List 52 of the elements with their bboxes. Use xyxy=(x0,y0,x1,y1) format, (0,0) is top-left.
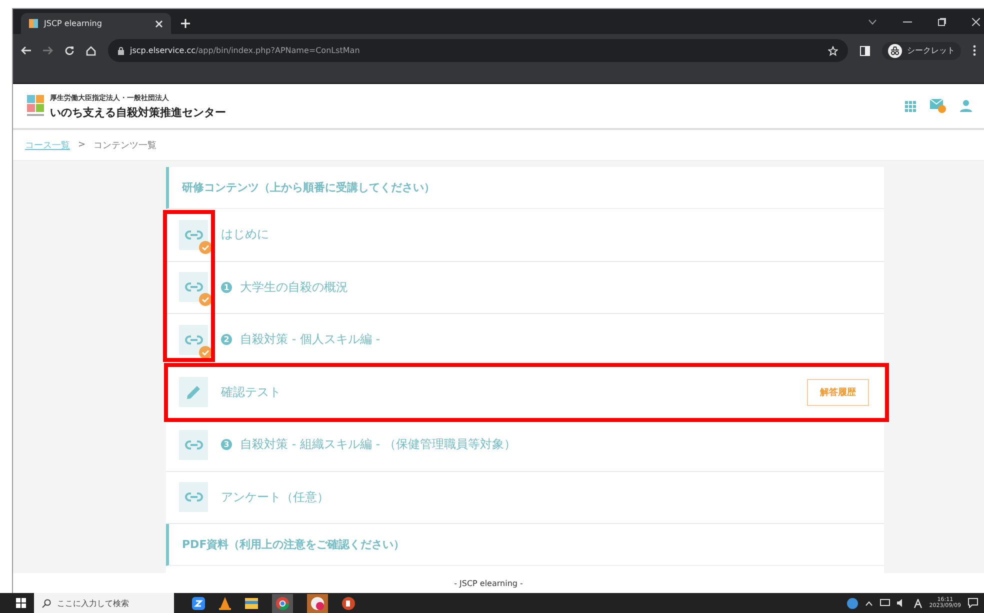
search-icon xyxy=(42,598,51,608)
folder-icon[interactable] xyxy=(245,598,258,608)
section-heading: PDF資料（利用上の注意をご確認ください） xyxy=(166,524,884,566)
answer-history-button[interactable]: 解答履歴 xyxy=(807,378,869,406)
restore-icon[interactable] xyxy=(938,18,946,26)
forward-icon[interactable] xyxy=(43,46,53,55)
content-item[interactable]: アンケート（任意） xyxy=(166,472,884,524)
back-icon[interactable] xyxy=(21,46,31,55)
item-title: 自殺対策 - 個人スキル編 - xyxy=(240,331,380,348)
content-item[interactable]: 3 自殺対策 - 組織スキル編 - （保健管理職員等対象） xyxy=(166,419,884,472)
item-title: はじめに xyxy=(221,226,269,244)
star-icon[interactable] xyxy=(828,46,838,56)
item-title: 大学生の自殺の概況 xyxy=(240,278,348,296)
breadcrumb-current: コンテンツ一覧 xyxy=(94,140,157,152)
breadcrumb-separator: > xyxy=(78,140,86,150)
minimize-icon[interactable] xyxy=(903,20,912,22)
home-icon[interactable] xyxy=(86,46,96,56)
site-favicon-icon xyxy=(29,19,38,28)
traffic-cone-icon[interactable] xyxy=(219,596,231,610)
footer-text: - JSCP elearning - xyxy=(454,578,523,588)
site-title: いのち支える自殺対策推進センター xyxy=(50,104,226,120)
taskbar-search-field[interactable]: ここに入力して検索 xyxy=(34,593,174,613)
presentation-app-icon[interactable] xyxy=(342,596,355,610)
step-number: 2 xyxy=(221,334,232,346)
windows-start-icon[interactable] xyxy=(16,598,26,608)
step-number: 3 xyxy=(221,439,232,450)
item-title: アンケート（任意） xyxy=(221,488,329,506)
step-number: 1 xyxy=(221,282,232,293)
item-title: 自殺対策 - 組織スキル編 - （保健管理職員等対象） xyxy=(240,436,516,454)
lock-icon xyxy=(118,46,124,54)
reload-icon[interactable] xyxy=(65,46,74,55)
chevron-down-icon[interactable] xyxy=(868,18,877,24)
network-icon[interactable] xyxy=(880,599,890,607)
input-method-icon[interactable] xyxy=(914,598,922,608)
content-item[interactable]: 2 自殺対策 - 個人スキル編 - xyxy=(166,314,884,366)
incognito-icon xyxy=(888,44,902,58)
close-icon[interactable] xyxy=(155,20,163,28)
logo-icon xyxy=(27,95,44,117)
browser-tab[interactable]: JSCP elearning xyxy=(21,13,171,34)
side-panel-icon[interactable] xyxy=(860,46,870,56)
zoom-app-icon[interactable] xyxy=(192,596,205,610)
new-tab-icon[interactable] xyxy=(181,19,190,28)
incognito-profile-button[interactable]: シークレット xyxy=(882,42,961,60)
address-bar[interactable]: jscp.elservice.cc/app/bin/index.php?APName=ConLstMan xyxy=(108,39,848,62)
item-title: 確認テスト xyxy=(221,384,281,401)
section-heading: 研修コンテンツ（上から順番に受講してください） xyxy=(166,167,884,209)
more-icon[interactable] xyxy=(973,45,976,56)
notification-icon[interactable] xyxy=(968,598,978,608)
content-item[interactable]: 確認テスト 解答履歴 xyxy=(166,366,884,419)
close-icon[interactable] xyxy=(972,18,980,26)
chevron-up-icon[interactable] xyxy=(865,600,874,606)
breadcrumb-link[interactable]: コース一覧 xyxy=(25,138,70,152)
